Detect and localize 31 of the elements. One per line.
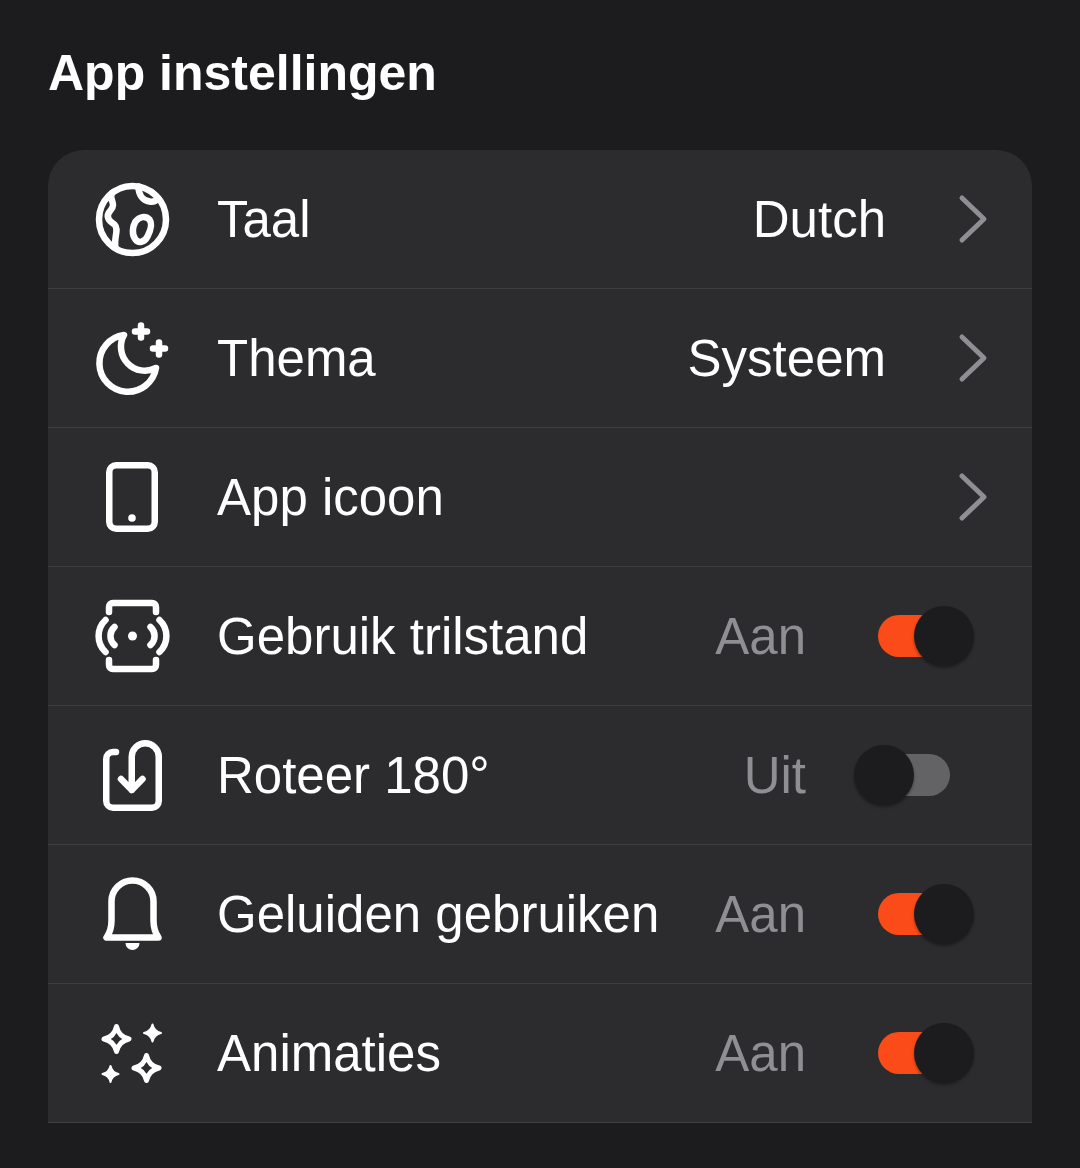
toggle-switch[interactable] [878, 884, 974, 944]
chevron-right-icon [958, 333, 988, 383]
setting-label: Roteer 180° [217, 745, 491, 805]
toggle-status: Aan [715, 1023, 806, 1083]
device-arrow-icon [102, 739, 162, 811]
toggle-status: Aan [715, 884, 806, 944]
moon-stars-icon [94, 320, 170, 396]
settings-list-item[interactable]: Thema Systeem [48, 289, 1032, 428]
setting-value: Dutch [752, 189, 886, 249]
toggle-switch[interactable] [878, 1023, 974, 1083]
setting-label: Taal [217, 189, 312, 249]
setting-label: App icoon [217, 467, 445, 527]
setting-label: Animaties [217, 1023, 442, 1083]
bell-icon [102, 877, 162, 951]
setting-label: Thema [217, 328, 377, 388]
setting-label: Gebruik trilstand [217, 606, 590, 666]
toggle-switch[interactable] [854, 745, 950, 805]
settings-list-item[interactable]: Taal Dutch [48, 150, 1032, 289]
setting-value: Systeem [687, 328, 886, 388]
toggle-status: Uit [743, 745, 806, 805]
globe-icon [94, 181, 170, 257]
toggle-status: Aan [715, 606, 806, 666]
vibration-icon [94, 599, 170, 673]
chevron-right-icon [958, 472, 988, 522]
settings-list-item[interactable]: App icoon [48, 428, 1032, 567]
toggle-switch[interactable] [878, 606, 974, 666]
setting-label: Geluiden gebruiken [217, 884, 661, 944]
page-title: App instellingen [48, 44, 437, 102]
chevron-right-icon [958, 194, 988, 244]
tablet-icon [106, 462, 158, 532]
sparkles-icon [101, 1022, 163, 1084]
